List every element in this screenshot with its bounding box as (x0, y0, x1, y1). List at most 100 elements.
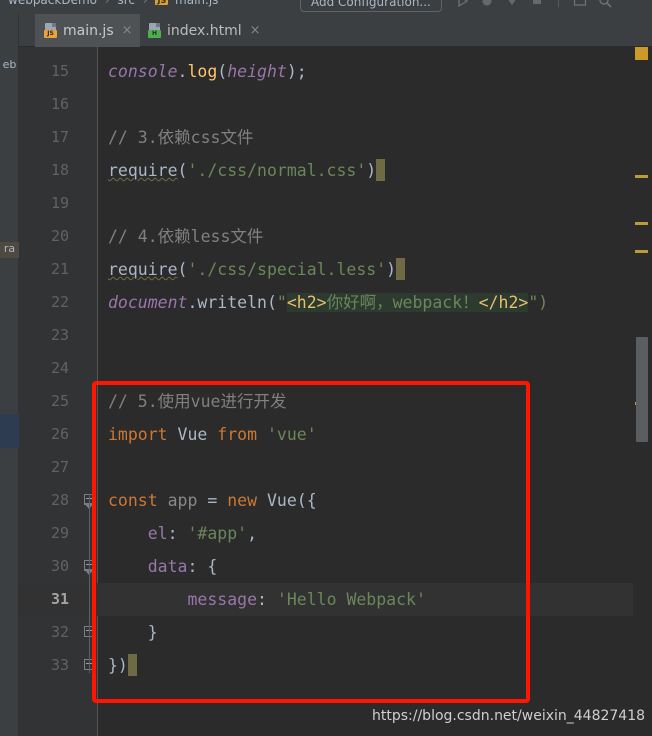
code-editor[interactable]: 15 16 17 18 19 20 21 22 23 24 25 26 27 28 29 30 31 32 33 c… (19, 47, 652, 736)
code-line[interactable] (98, 88, 652, 121)
marker-stripe[interactable] (635, 250, 648, 253)
code-line[interactable]: } (98, 616, 652, 649)
code-token: ) (386, 260, 397, 279)
code-token: ( (266, 293, 277, 312)
code-token: : (257, 590, 277, 609)
code-token: import (108, 425, 168, 444)
code-token: 'vue' (266, 425, 317, 444)
close-icon[interactable]: × (250, 24, 261, 37)
code-token: ); (286, 62, 307, 81)
marker-warning-square[interactable] (635, 47, 648, 60)
code-line[interactable]: message: 'Hello Webpack' (98, 583, 652, 616)
code-line[interactable]: const app = new Vue({ (98, 484, 652, 517)
code-line[interactable]: }) (98, 649, 652, 682)
code-line[interactable]: document.writeln("<h2>你好啊，webpack！</h2>"… (98, 286, 652, 319)
search-icon[interactable] (598, 0, 612, 8)
breadcrumb-separator-1: › (104, 0, 110, 7)
code-token: const (108, 491, 158, 510)
code-token: ( (177, 161, 188, 180)
sidebar-item-structure[interactable]: ra (0, 242, 19, 258)
line-number: 17 (50, 128, 69, 146)
coverage-icon[interactable] (505, 0, 519, 7)
scrollbar-thumb[interactable] (636, 337, 648, 442)
code-token: </h2> (478, 293, 529, 312)
debug-icon[interactable] (480, 0, 494, 7)
code-token: ( (177, 260, 188, 279)
toolbar-divider (558, 0, 559, 7)
line-number: 30 (50, 557, 69, 575)
marker-stripe[interactable] (635, 175, 648, 178)
line-number: 29 (50, 524, 69, 542)
line-number: 28 (50, 491, 69, 509)
code-line[interactable]: console.log(height); (98, 55, 652, 88)
line-number: 15 (50, 62, 69, 80)
code-token: app (167, 491, 198, 510)
marker-stripe[interactable] (635, 222, 648, 225)
code-line[interactable]: data: { (98, 550, 652, 583)
breadcrumb-file[interactable]: main.js (175, 0, 218, 7)
run-icon[interactable] (455, 0, 469, 8)
code-token: Vue (167, 425, 218, 444)
ide-window: webpackDemo › src › JS main.js Add Confi… (0, 0, 652, 736)
sidebar-item-web[interactable]: eb (0, 58, 19, 74)
code-token: // 4.依赖less文件 (108, 227, 264, 246)
line-number: 19 (50, 194, 69, 212)
code-token: './css/special.less' (187, 260, 387, 279)
tab-main-js[interactable]: JS main.js × (35, 14, 140, 47)
stop-icon[interactable] (530, 0, 544, 7)
layout-icon[interactable] (573, 0, 587, 7)
code-token: height (227, 62, 287, 81)
fold-guide-line (89, 494, 90, 673)
line-number: 22 (50, 293, 69, 311)
code-token: . (177, 62, 188, 81)
breadcrumb-project[interactable]: webpackDemo (8, 0, 97, 7)
code-token: : { (187, 557, 218, 576)
code-token: 你好啊，webpack！ (326, 293, 479, 312)
code-token: ) (366, 161, 377, 180)
code-token: document (108, 293, 188, 312)
line-number: 25 (50, 392, 69, 410)
js-file-icon-label: JS (44, 30, 57, 38)
code-token: console (108, 62, 178, 81)
text-caret (376, 159, 386, 181)
line-number: 23 (50, 326, 69, 344)
editor-marker-bar[interactable] (633, 47, 652, 736)
line-number: 16 (50, 95, 69, 113)
code-token: './css/normal.css' (187, 161, 367, 180)
code-content[interactable]: console.log(height);// 3.依赖css文件 require(… (98, 47, 652, 736)
code-line[interactable]: // 5.使用vue进行开发 (98, 385, 652, 418)
code-token: // 5.使用vue进行开发 (108, 392, 287, 411)
code-line[interactable]: require('./css/normal.css') (98, 154, 652, 187)
text-caret (127, 654, 137, 676)
run-configuration-selector[interactable]: Add Configuration... (300, 0, 442, 12)
code-token: writeln (197, 293, 267, 312)
code-token: new (227, 491, 258, 510)
code-line[interactable] (98, 187, 652, 220)
code-line[interactable] (98, 352, 652, 385)
js-file-icon: JS (44, 23, 57, 38)
left-tool-window-bar: eb ra (0, 14, 19, 736)
code-token: <h2> (286, 293, 327, 312)
code-line[interactable] (98, 319, 652, 352)
code-token: data (147, 557, 188, 576)
code-line[interactable]: require('./css/special.less') (98, 253, 652, 286)
html-file-icon: H (148, 23, 161, 38)
code-line[interactable]: // 3.依赖css文件 (98, 121, 652, 154)
breadcrumb[interactable]: webpackDemo › src › JS main.js (8, 0, 218, 7)
code-token: from (217, 425, 258, 444)
code-line[interactable]: import Vue from 'vue' (98, 418, 652, 451)
close-icon[interactable]: × (122, 24, 133, 37)
line-number: 33 (50, 656, 69, 674)
js-file-icon: JS (155, 0, 169, 5)
text-caret (396, 258, 406, 280)
code-line[interactable] (98, 451, 652, 484)
code-line[interactable]: // 4.依赖less文件 (98, 220, 652, 253)
code-line[interactable]: el: '#app', (98, 517, 652, 550)
tab-index-html[interactable]: H index.html × (139, 14, 268, 47)
tab-label-index-html: index.html (167, 22, 242, 39)
breadcrumb-folder[interactable]: src (117, 0, 135, 7)
